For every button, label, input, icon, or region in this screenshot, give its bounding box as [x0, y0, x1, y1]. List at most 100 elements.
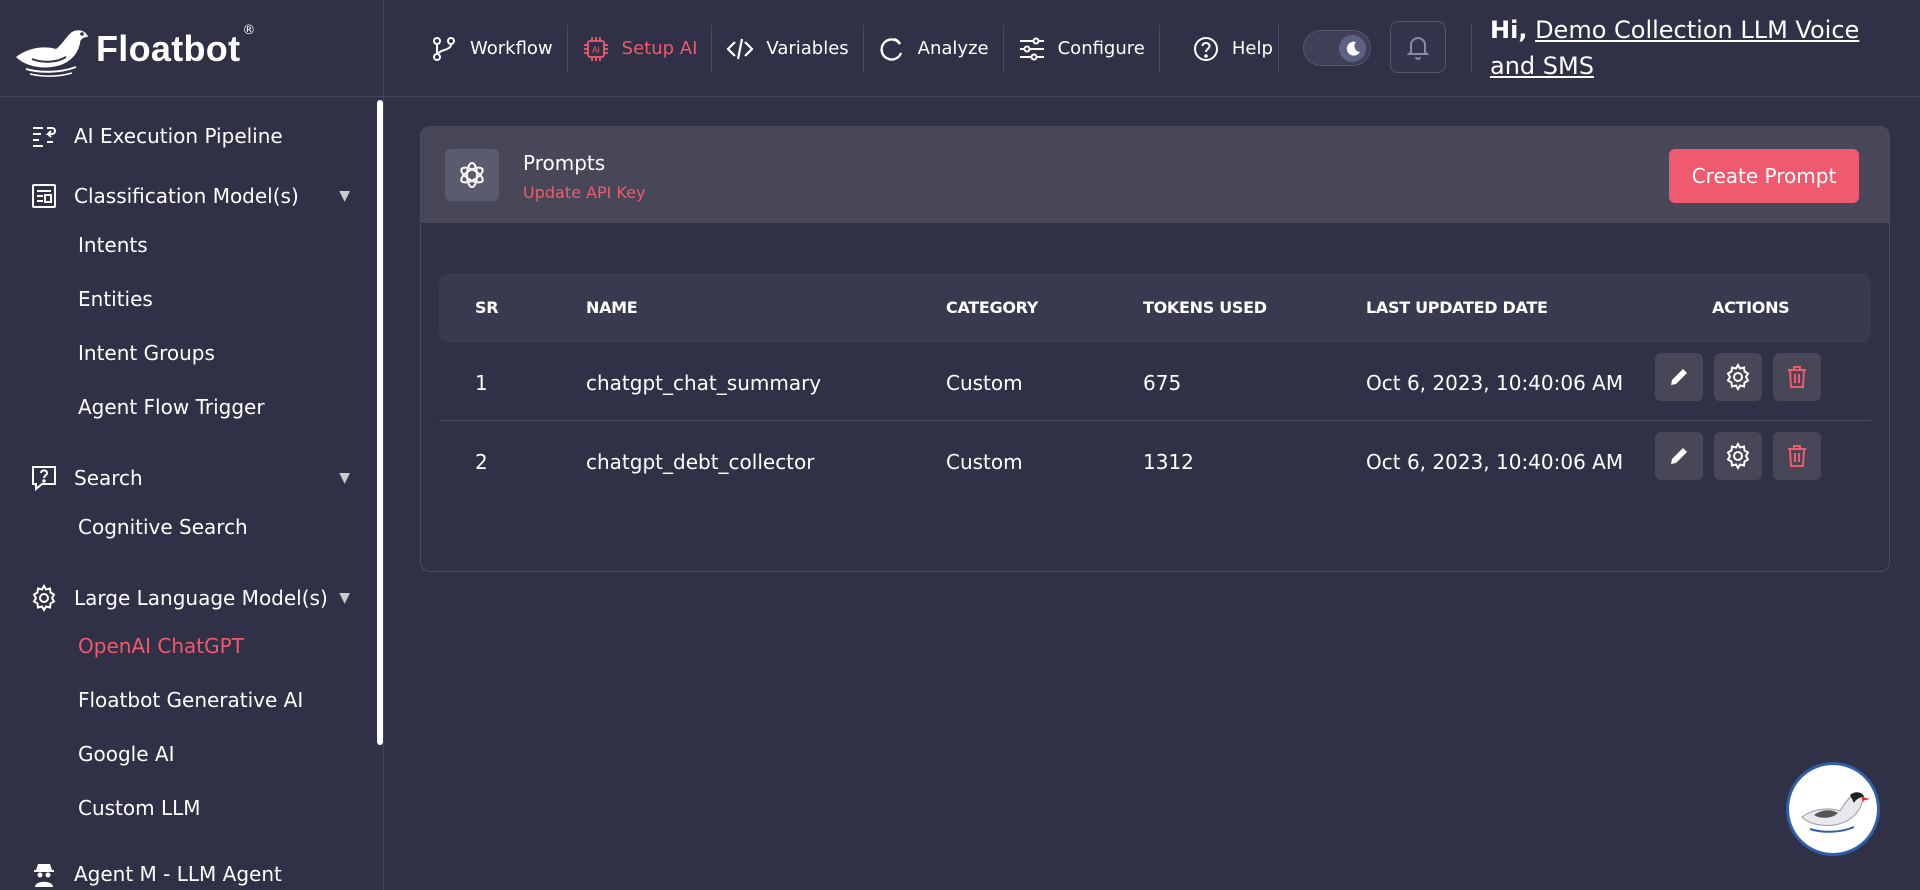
- edit-button[interactable]: [1655, 353, 1703, 401]
- sidebar-item-agent-m[interactable]: Agent M - LLM Agent: [30, 860, 350, 888]
- floatbot-bird-logo-icon: [16, 29, 88, 77]
- registered-mark: ®: [242, 23, 256, 38]
- help-circle-icon: [1193, 36, 1218, 61]
- settings-gear-icon: [1726, 442, 1750, 470]
- sidebar-item-entities[interactable]: Entities: [78, 287, 153, 311]
- update-api-key-link[interactable]: Update API Key: [523, 183, 645, 202]
- cell-category: Custom: [946, 450, 1023, 474]
- sidebar-item-intents[interactable]: Intents: [78, 233, 148, 257]
- sidebar-item-openai-chatgpt[interactable]: OpenAI ChatGPT: [78, 634, 244, 658]
- notifications-button[interactable]: [1390, 21, 1446, 73]
- toggle-knob: [1339, 35, 1366, 62]
- cell-name: chatgpt_chat_summary: [586, 371, 822, 395]
- cell-name: chatgpt_debt_collector: [586, 450, 815, 474]
- column-header-sr: SR: [475, 298, 499, 317]
- sidebar-section-label: Large Language Model(s): [74, 586, 328, 610]
- agent-icon: [34, 864, 54, 887]
- sidebar-section-search[interactable]: Search ▼: [30, 464, 350, 492]
- svg-text:AI: AI: [592, 45, 600, 54]
- nav-configure[interactable]: Configure: [1004, 25, 1159, 73]
- cell-sr: 1: [475, 371, 488, 395]
- card-title: Prompts: [523, 151, 606, 175]
- sidebar: AI Execution Pipeline Classification Mod…: [0, 97, 384, 890]
- greeting-prefix: Hi,: [1490, 16, 1528, 44]
- table-row: 1 chatgpt_chat_summary Custom 675 Oct 6,…: [439, 343, 1871, 421]
- theme-toggle[interactable]: [1303, 30, 1371, 66]
- sidebar-item-label: AI Execution Pipeline: [74, 124, 283, 148]
- nav-variables[interactable]: Variables: [712, 25, 862, 73]
- sidebar-item-agent-flow-trigger[interactable]: Agent Flow Trigger: [78, 395, 265, 419]
- sidebar-item-custom-llm[interactable]: Custom LLM: [78, 796, 201, 820]
- nav-help[interactable]: Help: [1178, 25, 1287, 73]
- chevron-down-icon[interactable]: ▼: [339, 470, 350, 486]
- openai-logo: [445, 149, 499, 201]
- seagull-bot-icon: [1801, 792, 1870, 833]
- nav-help-label: Help: [1231, 38, 1273, 59]
- branch-icon: [433, 36, 455, 61]
- cell-updated: Oct 6, 2023, 10:40:06 AM: [1366, 371, 1624, 395]
- user-greeting: Hi, Demo Collection LLM Voice and SMS: [1490, 12, 1900, 84]
- nav-divider: [1278, 24, 1279, 72]
- brand-name: Floatbot: [96, 27, 241, 69]
- cell-sr: 2: [475, 450, 488, 474]
- sidebar-item-intent-groups[interactable]: Intent Groups: [78, 341, 215, 365]
- create-prompt-button[interactable]: Create Prompt: [1669, 149, 1859, 203]
- chevron-down-icon[interactable]: ▼: [339, 590, 350, 606]
- nav-setup-ai-label: Setup AI: [621, 38, 698, 59]
- classification-icon: [32, 184, 56, 208]
- nav-workflow[interactable]: Workflow: [416, 25, 567, 73]
- column-header-actions: ACTIONS: [1712, 298, 1790, 317]
- settings-button[interactable]: [1714, 432, 1762, 480]
- cell-updated: Oct 6, 2023, 10:40:06 AM: [1366, 450, 1624, 474]
- delete-button[interactable]: [1773, 353, 1821, 401]
- sidebar-scrollbar[interactable]: [377, 100, 383, 745]
- card-header: Prompts Update API Key Create Prompt: [421, 127, 1889, 223]
- search-question-icon: [32, 466, 56, 492]
- table-header: SR NAME CATEGORY TOKENS USED LAST UPDATE…: [439, 273, 1871, 343]
- brand-logo[interactable]: Floatbot ®: [0, 0, 384, 97]
- edit-button[interactable]: [1655, 432, 1703, 480]
- sidebar-section-classification[interactable]: Classification Model(s) ▼: [30, 182, 350, 210]
- chatbot-launcher-button[interactable]: [1786, 762, 1880, 856]
- header-divider: [1471, 24, 1472, 72]
- code-icon: [726, 38, 754, 59]
- chevron-down-icon[interactable]: ▼: [339, 188, 350, 204]
- column-header-name: NAME: [586, 298, 638, 317]
- nav-variables-label: Variables: [766, 38, 849, 59]
- sidebar-item-label: Agent M - LLM Agent: [74, 862, 282, 886]
- column-header-updated: LAST UPDATED DATE: [1366, 298, 1548, 317]
- cell-tokens: 675: [1143, 371, 1182, 395]
- sidebar-item-cognitive-search[interactable]: Cognitive Search: [78, 515, 248, 539]
- edit-pencil-icon: [1671, 369, 1687, 385]
- cell-category: Custom: [946, 371, 1023, 395]
- column-header-tokens: TOKENS USED: [1143, 298, 1267, 317]
- settings-gear-icon: [1726, 363, 1750, 391]
- top-header: Floatbot ® Workflow AI Setup AI Variable…: [0, 0, 1920, 97]
- edit-pencil-icon: [1671, 448, 1687, 464]
- refresh-circle-icon: [880, 37, 902, 61]
- gear-icon: [32, 584, 56, 612]
- user-name-link[interactable]: Demo Collection LLM Voice and SMS: [1490, 16, 1859, 80]
- nav-workflow-label: Workflow: [470, 38, 553, 59]
- sidebar-item-ai-execution-pipeline[interactable]: AI Execution Pipeline: [30, 122, 350, 150]
- sidebar-item-floatbot-generative-ai[interactable]: Floatbot Generative AI: [78, 688, 303, 712]
- column-header-category: CATEGORY: [946, 298, 1039, 317]
- nav-divider: [1158, 24, 1160, 73]
- sidebar-section-llm[interactable]: Large Language Model(s) ▼: [30, 584, 350, 612]
- cell-tokens: 1312: [1143, 450, 1194, 474]
- nav-configure-label: Configure: [1057, 38, 1145, 59]
- nav-setup-ai[interactable]: AI Setup AI: [568, 25, 712, 73]
- sidebar-section-label: Search: [74, 466, 143, 490]
- table-row: 2 chatgpt_debt_collector Custom 1312 Oct…: [439, 422, 1871, 500]
- pipeline-icon: [33, 127, 56, 147]
- sidebar-item-google-ai[interactable]: Google AI: [78, 742, 174, 766]
- delete-trash-icon: [1788, 445, 1806, 467]
- delete-button[interactable]: [1773, 432, 1821, 480]
- moon-icon: [1346, 41, 1360, 56]
- ai-chip-icon: AI: [583, 36, 608, 61]
- nav-analyze-label: Analyze: [917, 38, 989, 59]
- bell-icon: [1406, 37, 1430, 60]
- settings-button[interactable]: [1714, 353, 1762, 401]
- sidebar-section-label: Classification Model(s): [74, 184, 299, 208]
- nav-analyze[interactable]: Analyze: [864, 25, 1003, 73]
